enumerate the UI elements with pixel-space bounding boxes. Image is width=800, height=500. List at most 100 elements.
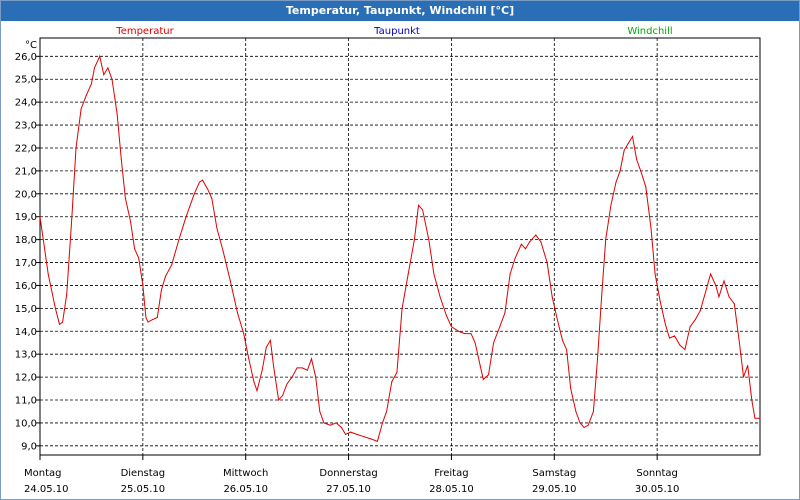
data-point [659, 301, 661, 302]
data-point [261, 369, 263, 371]
data-point [229, 280, 231, 282]
data-point [520, 243, 522, 245]
x-tick-weekday: Dienstag [121, 468, 166, 479]
data-point [645, 186, 647, 188]
data-point [493, 342, 495, 344]
x-tick-date: 25.05.10 [121, 484, 166, 495]
data-point [156, 317, 158, 318]
data-point [356, 433, 358, 435]
data-point [623, 149, 625, 151]
data-point [674, 335, 676, 337]
data-point [66, 294, 68, 296]
data-point [587, 424, 589, 426]
data-point [525, 248, 526, 250]
y-axis-ticks: 26,0 25,0 24,0 23,0 22,0 21,0 20,0 19,0 18,0 17,0… [15, 52, 40, 452]
data-point [597, 358, 598, 360]
data-point [323, 422, 325, 424]
data-point [715, 285, 717, 286]
data-point [556, 319, 558, 321]
data-point [90, 83, 92, 85]
data-point [664, 323, 666, 325]
legend-entry: Taupunkt [373, 26, 420, 37]
data-point [627, 142, 629, 144]
data-point [689, 326, 691, 328]
data-point [145, 317, 147, 318]
y-tick-label: 22,0 [15, 143, 37, 154]
data-point [570, 388, 572, 390]
data-point [669, 337, 670, 339]
data-point [75, 147, 77, 149]
data-point [391, 381, 393, 383]
data-point [418, 204, 419, 206]
x-tick-date: 28.05.10 [429, 484, 474, 495]
data-point [311, 358, 312, 360]
data-point [679, 344, 681, 346]
data-point [130, 220, 131, 222]
data-point [632, 136, 633, 137]
data-point [178, 239, 180, 241]
data-point [540, 241, 542, 243]
data-point [482, 378, 484, 380]
x-tick-date: 26.05.10 [223, 484, 268, 495]
data-point [474, 342, 476, 344]
data-point [345, 433, 346, 435]
data-point [253, 381, 255, 383]
data-point [237, 312, 238, 314]
data-point [583, 427, 585, 428]
data-point [165, 275, 166, 277]
data-point [269, 339, 271, 341]
data-point [248, 358, 250, 360]
data-point [124, 197, 126, 199]
data-point [439, 296, 441, 298]
data-point [504, 312, 506, 314]
chart-canvas: 26,0 25,0 24,0 23,0 22,0 21,0 20,0 19,0 18,0 17,0… [15, 26, 761, 495]
x-tick-weekday: Montag [24, 468, 61, 479]
data-point [718, 296, 720, 298]
data-point [684, 349, 686, 351]
data-point [207, 188, 209, 190]
y-tick-label: 10,0 [15, 418, 37, 429]
y-tick-label: 20,0 [15, 189, 37, 200]
x-tick-date: 24.05.10 [24, 484, 69, 495]
data-point [514, 257, 516, 259]
y-tick-label: 16,0 [15, 281, 37, 292]
data-point [120, 158, 122, 160]
data-point [363, 436, 365, 438]
data-point [151, 319, 153, 321]
data-point [615, 181, 617, 183]
data-point [59, 323, 60, 325]
data-point [306, 369, 308, 371]
data-point [315, 376, 317, 378]
x-tick-date: 30.05.10 [635, 484, 680, 495]
data-point [111, 78, 113, 80]
data-point [47, 273, 49, 275]
x-tick-weekday: Samstag [532, 468, 576, 479]
data-point [592, 411, 594, 412]
y-tick-label: 19,0 [15, 212, 37, 223]
data-point [147, 321, 149, 323]
x-tick-date: 29.05.10 [532, 484, 577, 495]
data-point [39, 216, 41, 218]
data-point [85, 94, 87, 96]
x-tick-weekday: Sonntag [636, 468, 678, 479]
data-point [193, 193, 195, 195]
data-point [291, 376, 293, 378]
data-point [103, 74, 105, 76]
data-point [413, 239, 415, 241]
data-point [743, 376, 744, 378]
data-point [579, 422, 581, 424]
data-point [470, 333, 472, 335]
data-point [376, 440, 378, 442]
x-tick-weekday: Freitag [434, 468, 468, 479]
data-point [728, 296, 730, 298]
y-tick-label: 11,0 [15, 396, 37, 407]
x-tick-date: 27.05.10 [326, 484, 371, 495]
data-point [575, 411, 577, 412]
data-point [509, 273, 511, 275]
data-point [619, 170, 621, 172]
data-point [458, 330, 460, 332]
data-point [733, 303, 735, 305]
data-point [62, 321, 64, 323]
data-point [529, 241, 531, 243]
data-point [142, 285, 144, 286]
